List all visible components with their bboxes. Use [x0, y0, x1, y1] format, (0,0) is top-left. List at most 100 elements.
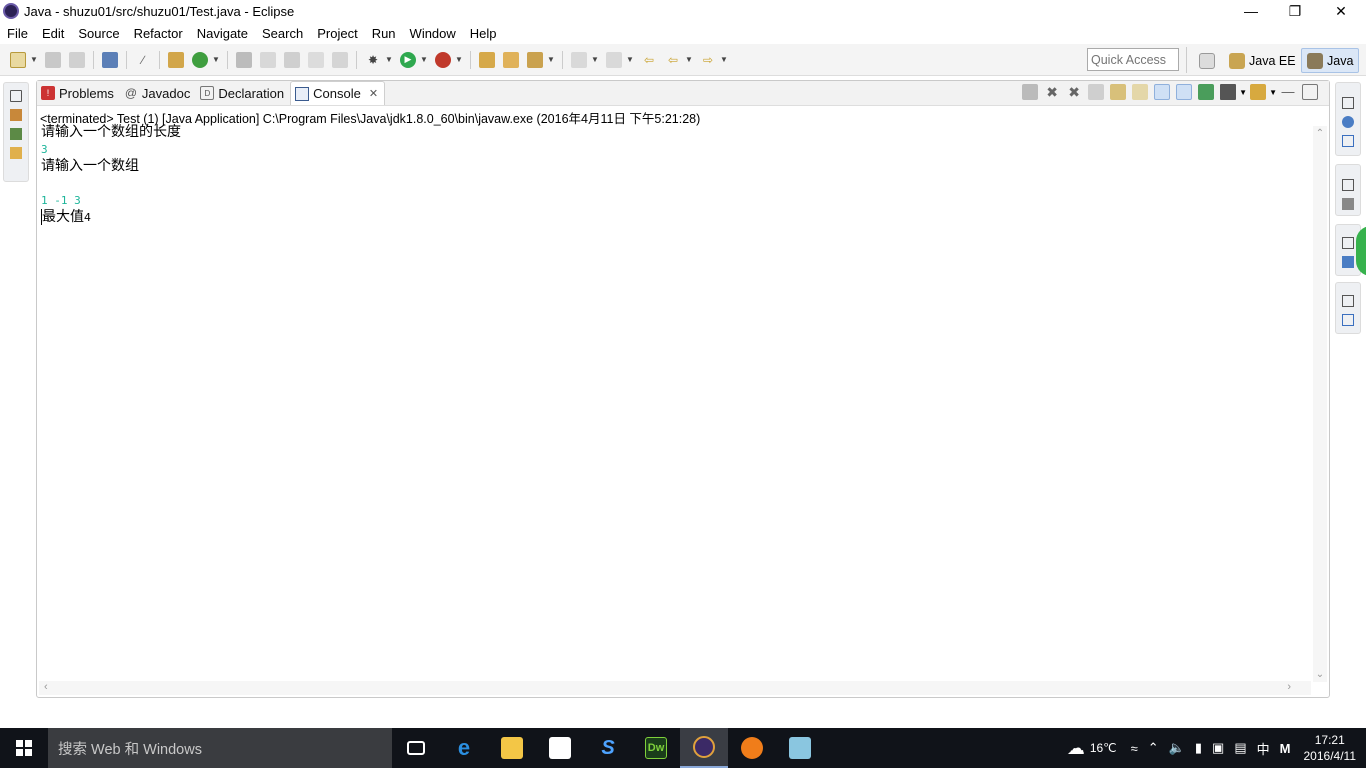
tab-declaration[interactable]: D Declaration [196, 81, 290, 105]
scroll-left-icon[interactable]: ‹ [44, 681, 48, 693]
chevron-down-icon[interactable]: ▼ [212, 55, 220, 64]
vertical-scrollbar[interactable]: ⌃ ⌄ [1313, 126, 1327, 682]
tab-console[interactable]: Console ✕ [290, 81, 386, 105]
previous-annotation-icon[interactable] [606, 51, 622, 68]
maximize-view-icon[interactable] [1302, 84, 1318, 100]
show-on-stdout-icon[interactable] [1154, 84, 1171, 100]
restore-icon[interactable] [1342, 237, 1354, 249]
outline-icon[interactable] [1342, 256, 1354, 268]
restore-icon[interactable] [1342, 179, 1354, 191]
help-icon[interactable] [1342, 116, 1354, 128]
external-tools-icon[interactable] [435, 51, 451, 68]
debug-icon[interactable]: ✸ [365, 52, 381, 68]
menu-refactor[interactable]: Refactor [127, 26, 190, 41]
menu-project[interactable]: Project [310, 26, 364, 41]
chevron-down-icon[interactable]: ▼ [720, 55, 728, 64]
open-console-icon[interactable] [102, 51, 118, 68]
menu-edit[interactable]: Edit [35, 26, 71, 41]
chevron-down-icon[interactable]: ▼ [420, 55, 428, 64]
volume-icon[interactable]: 🔈 [1169, 740, 1185, 756]
notification-icon[interactable]: ▤ [1234, 740, 1246, 756]
scroll-down-icon[interactable]: ⌄ [1313, 669, 1327, 680]
battery-icon[interactable]: ▮ [1195, 740, 1202, 756]
chevron-down-icon[interactable]: ▼ [685, 55, 693, 64]
restore-icon[interactable] [1342, 97, 1354, 109]
refresh-icon[interactable] [192, 51, 208, 68]
chevron-down-icon[interactable]: ▼ [385, 55, 393, 64]
start-button[interactable] [0, 728, 48, 768]
menu-run[interactable]: Run [365, 26, 403, 41]
taskbar-store[interactable] [536, 728, 584, 768]
window-icon[interactable] [1342, 135, 1354, 147]
menu-navigate[interactable]: Navigate [190, 26, 255, 41]
back-icon[interactable]: ⇦ [665, 52, 681, 68]
new-icon[interactable] [10, 51, 26, 68]
scroll-lock-icon[interactable] [1110, 84, 1127, 100]
network-icon[interactable]: ▣ [1212, 740, 1224, 756]
close-button[interactable]: ✕ [1318, 0, 1364, 22]
menu-source[interactable]: Source [71, 26, 126, 41]
chevron-down-icon[interactable]: ▼ [30, 55, 38, 64]
weather-temp[interactable]: 16℃ [1090, 741, 1117, 755]
menu-file[interactable]: File [0, 26, 35, 41]
task-view-button[interactable] [392, 728, 440, 768]
weather-icon[interactable]: ☁ [1067, 738, 1085, 759]
taskbar-search[interactable]: 搜索 Web 和 Windows [48, 728, 392, 768]
terminate-icon[interactable] [1022, 84, 1039, 100]
clear-console-icon[interactable] [1088, 84, 1105, 100]
page-icon[interactable] [308, 51, 324, 68]
pin-icon[interactable] [236, 51, 252, 68]
floating-widget-icon[interactable] [1356, 226, 1366, 276]
task-list-icon[interactable] [1342, 198, 1354, 210]
tab-problems[interactable]: ! Problems [37, 81, 120, 105]
taskbar-app-s[interactable]: S [584, 728, 632, 768]
tab-javadoc[interactable]: @ Javadoc [120, 81, 196, 105]
console-output[interactable]: 请输入一个数组的长度 3 请输入一个数组 1 -1 3 最大值4 [41, 124, 1311, 680]
taskbar-browser[interactable] [728, 728, 776, 768]
pin-console-icon[interactable] [1198, 84, 1215, 100]
open-perspective-button[interactable] [1194, 48, 1224, 73]
open-type-icon[interactable] [479, 51, 495, 68]
edit-icon[interactable] [260, 51, 276, 68]
forward-icon[interactable]: ⇨ [700, 52, 716, 68]
package-explorer-icon[interactable] [10, 109, 22, 121]
chevron-down-icon[interactable]: ▼ [1239, 88, 1247, 97]
show-on-stderr-icon[interactable] [1176, 84, 1193, 100]
run-icon[interactable]: ▶ [400, 51, 416, 68]
perspective-java[interactable]: Java [1301, 48, 1360, 73]
menu-window[interactable]: Window [403, 26, 463, 41]
restore-icon[interactable] [10, 90, 22, 102]
taskbar-notes[interactable] [776, 728, 824, 768]
open-folder-icon[interactable] [503, 51, 519, 68]
ime-indicator[interactable]: 中 [1257, 739, 1270, 758]
remove-all-launches-icon[interactable]: ✖ [1066, 84, 1082, 100]
restore-button[interactable]: ❐ [1272, 0, 1318, 22]
brush-icon[interactable] [527, 51, 543, 68]
taskbar-dreamweaver[interactable]: Dw [632, 728, 680, 768]
skip-breakpoints-icon[interactable]: ∕ [135, 52, 151, 68]
minimize-button[interactable]: — [1228, 0, 1274, 22]
close-icon[interactable]: ✕ [369, 87, 378, 100]
navigator-icon[interactable] [10, 147, 22, 159]
taskbar-edge[interactable]: e [440, 728, 488, 768]
clock[interactable]: 17:21 2016/4/11 [1304, 732, 1357, 764]
display-console-icon[interactable] [1220, 84, 1237, 100]
chevron-down-icon[interactable]: ▼ [1269, 88, 1277, 97]
package-icon[interactable] [168, 51, 184, 68]
paste-icon[interactable] [332, 51, 348, 68]
wifi-icon[interactable]: ≈ [1131, 741, 1138, 756]
menu-help[interactable]: Help [463, 26, 504, 41]
chevron-down-icon[interactable]: ▼ [547, 55, 555, 64]
window-icon[interactable] [1342, 314, 1354, 326]
open-console-icon[interactable] [1250, 84, 1267, 100]
ime-mode[interactable]: M [1280, 741, 1291, 756]
next-annotation-icon[interactable] [571, 51, 587, 68]
save-icon[interactable] [45, 51, 61, 68]
word-wrap-icon[interactable] [1132, 84, 1149, 100]
remove-launch-icon[interactable]: ✖ [1044, 84, 1060, 100]
taskbar-explorer[interactable] [488, 728, 536, 768]
wand-icon[interactable] [284, 51, 300, 68]
minimize-view-icon[interactable]: — [1280, 84, 1296, 100]
perspective-java-ee[interactable]: Java EE [1224, 48, 1301, 73]
taskbar-eclipse[interactable] [680, 728, 728, 768]
